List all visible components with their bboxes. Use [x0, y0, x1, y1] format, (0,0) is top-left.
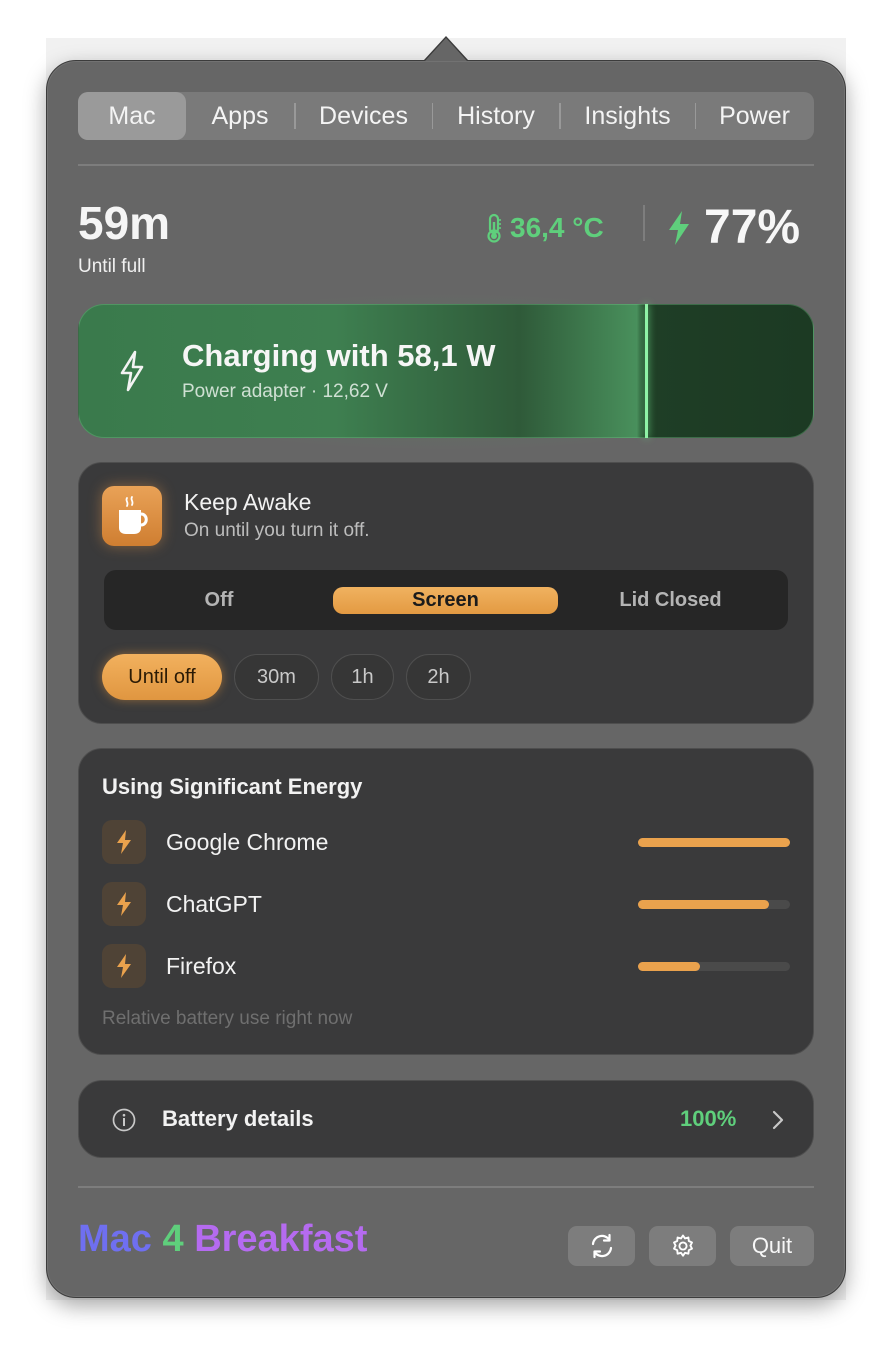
duration-until-off[interactable]: Until off	[102, 654, 222, 700]
keep-awake-tile	[102, 486, 162, 546]
brand-part: Mac	[78, 1218, 152, 1260]
tab-mac[interactable]: Mac	[78, 92, 186, 140]
battery-health-value: 100%	[680, 1106, 737, 1131]
quit-button[interactable]: Quit	[730, 1226, 814, 1266]
tab-history[interactable]: History	[433, 92, 559, 140]
bolt-icon	[669, 211, 689, 245]
gear-icon	[672, 1234, 693, 1257]
app-energy-icon	[102, 882, 146, 926]
refresh-button[interactable]	[568, 1226, 635, 1266]
brand-logo: Mac 4 Breakfast	[78, 1218, 367, 1261]
tab-devices[interactable]: Devices	[296, 92, 432, 140]
app-energy-icon	[102, 820, 146, 864]
energy-title: Using Significant Energy	[102, 774, 363, 799]
app-energy-icon	[102, 944, 146, 988]
app-name-firefox: Firefox	[166, 953, 237, 979]
divider	[78, 1186, 814, 1188]
tab-power[interactable]: Power	[696, 92, 813, 140]
thermometer-icon	[487, 213, 501, 243]
energy-bar-chrome	[638, 838, 790, 847]
duration-2h[interactable]: 2h	[406, 654, 471, 700]
temperature-readout: 36,4 °C	[484, 212, 604, 244]
bolt-icon	[117, 892, 131, 916]
tab-insights[interactable]: Insights	[561, 92, 695, 140]
stat-separator	[643, 205, 645, 241]
energy-bar-fill	[638, 838, 790, 847]
mode-off[interactable]: Off	[104, 570, 334, 630]
tab-apps[interactable]: Apps	[186, 92, 294, 140]
keep-awake-title: Keep Awake	[184, 489, 312, 515]
keep-awake-subtitle: On until you turn it off.	[184, 520, 370, 541]
energy-bar-firefox	[638, 962, 790, 971]
charging-title: Charging with 58,1 W	[182, 338, 496, 373]
charging-subtitle: Power adapter · 12,62 V	[182, 381, 388, 402]
refresh-icon	[591, 1233, 612, 1259]
settings-button[interactable]	[649, 1226, 716, 1266]
battery-details-label: Battery details	[162, 1106, 314, 1131]
battery-percent: 77%	[704, 201, 801, 254]
chevron-right-icon	[772, 1110, 784, 1130]
mode-lid-closed[interactable]: Lid Closed	[558, 570, 783, 630]
duration-1h[interactable]: 1h	[331, 654, 394, 700]
mode-screen[interactable]: Screen	[333, 587, 558, 614]
brand-part: Breakfast	[194, 1218, 368, 1260]
bolt-icon	[120, 350, 144, 392]
coffee-cup-icon	[119, 496, 148, 534]
tab-bar: Mac Apps Devices History Insights Power	[78, 92, 814, 140]
energy-bar-fill	[638, 962, 701, 971]
energy-bar-fill	[638, 900, 769, 909]
time-remaining: 59m	[78, 197, 171, 249]
time-remaining-label: Until full	[78, 256, 146, 277]
divider	[78, 164, 814, 166]
app-name-chrome: Google Chrome	[166, 829, 329, 855]
energy-bar-chatgpt	[638, 900, 790, 909]
bolt-icon	[117, 830, 131, 854]
popover-arrow	[425, 38, 467, 61]
bolt-icon	[117, 954, 131, 978]
brand-part: 4	[162, 1218, 184, 1260]
temperature-value: 36,4 °C	[510, 212, 604, 243]
duration-30m[interactable]: 30m	[234, 654, 319, 700]
energy-footnote: Relative battery use right now	[102, 1008, 353, 1029]
app-name-chatgpt: ChatGPT	[166, 891, 262, 917]
charge-level-indicator	[645, 304, 648, 438]
info-icon	[112, 1108, 136, 1132]
